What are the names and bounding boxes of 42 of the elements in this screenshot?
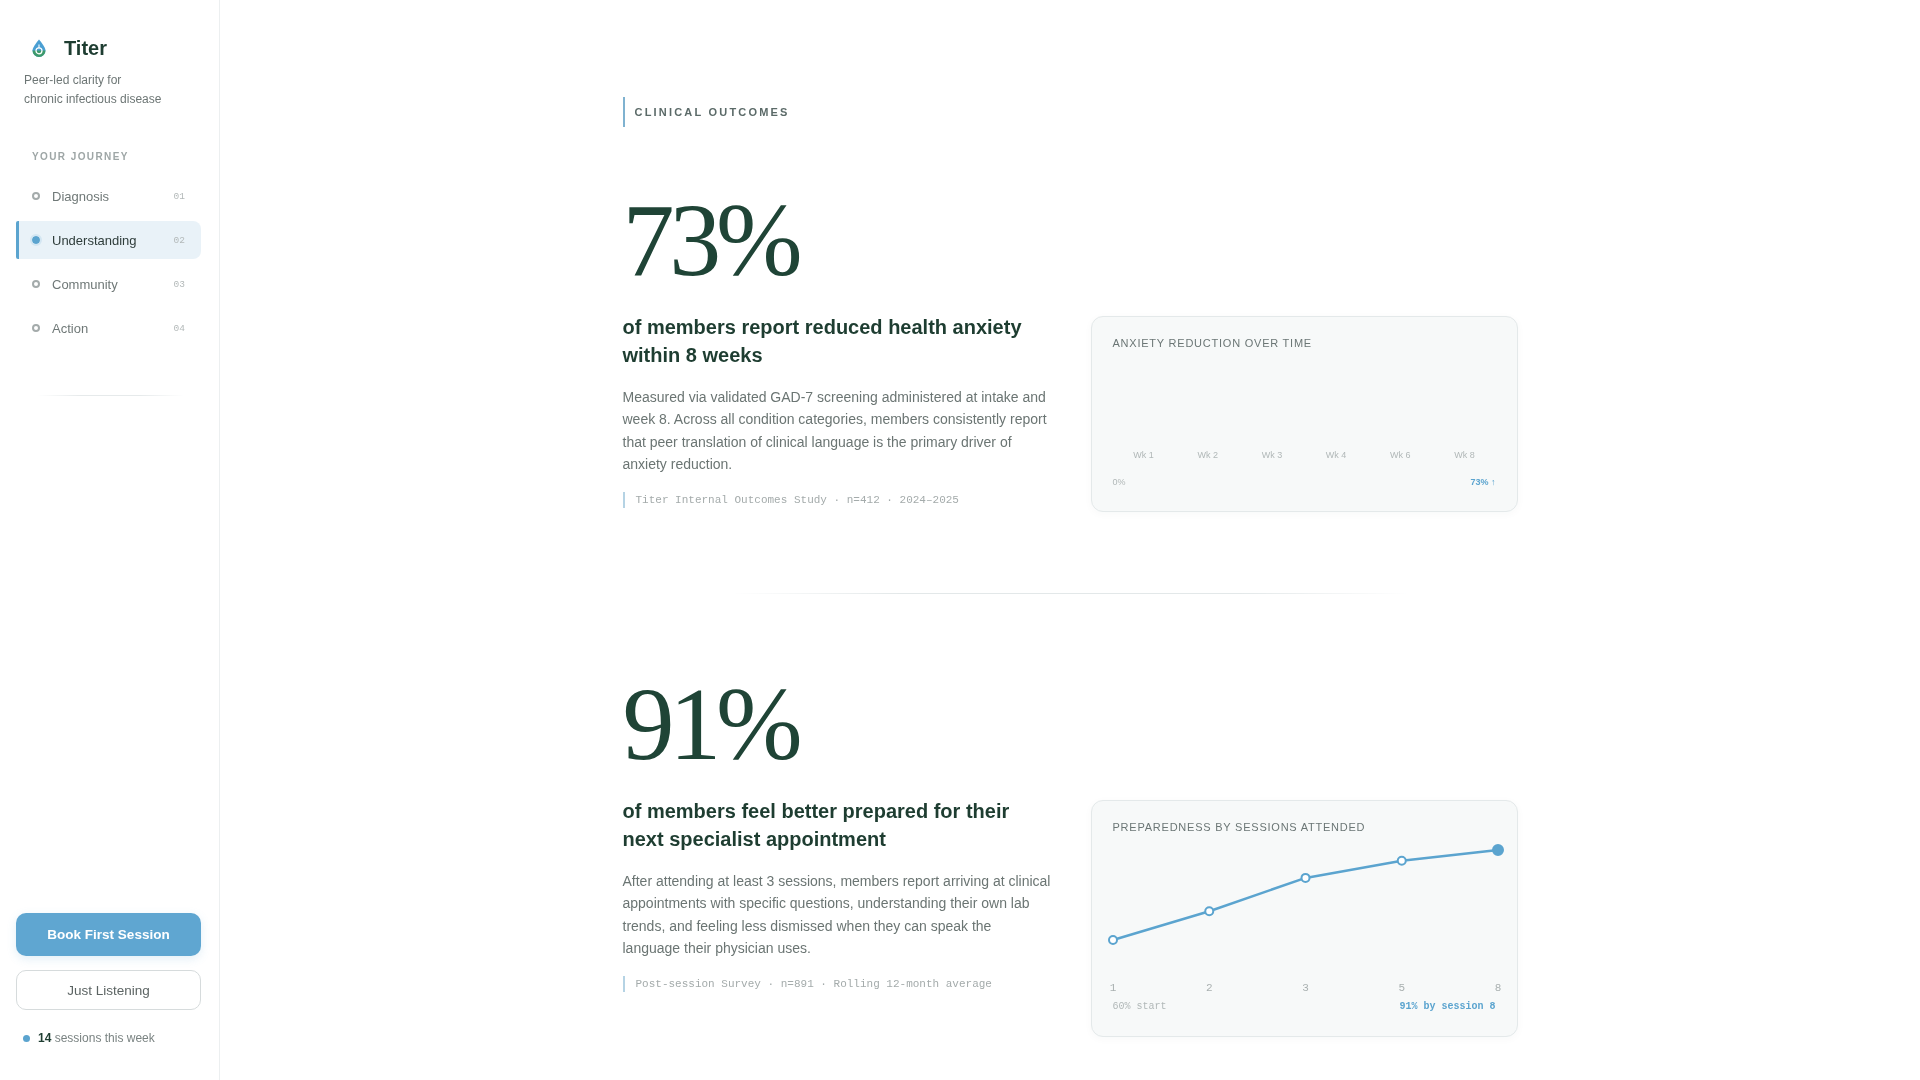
activity-text: 14 sessions this week: [38, 1030, 155, 1046]
nav-item[interactable]: Community 03: [16, 265, 201, 303]
ring-icon: [32, 280, 40, 288]
week-label: Wk 1: [1133, 449, 1154, 462]
source-note: Post-session Survey · n=891 · Rolling 12-month average: [622, 975, 1053, 992]
session-label: 8: [1494, 982, 1501, 994]
session-label: 5: [1397, 982, 1405, 994]
week-label: Wk 4: [1325, 449, 1347, 462]
range-label: 0%: [1112, 476, 1126, 489]
dot-icon: [23, 1034, 30, 1042]
week-label: Wk 6: [1390, 449, 1411, 462]
session-label: 3: [1301, 982, 1309, 994]
droplet-icon: [31, 39, 47, 57]
session-label: 1: [1109, 982, 1116, 994]
brand-name: Titer: [64, 36, 107, 60]
nav-item[interactable]: Action 04: [16, 309, 201, 347]
chart-title: ANXIETY REDUCTION OVER TIME: [1112, 336, 1313, 350]
range-label: 91% by session 8: [1399, 1000, 1496, 1014]
chart-title: PREPAREDNESS BY SESSIONS ATTENDED: [1112, 820, 1367, 834]
nav-item[interactable]: Diagnosis 01: [16, 177, 201, 215]
stat-figure: 73%: [622, 188, 800, 292]
nav-heading: YOUR JOURNEY: [32, 151, 130, 163]
week-label: Wk 8: [1454, 449, 1475, 462]
week-label: Wk 3: [1261, 449, 1283, 462]
stat-description: After attending at least 3 sessions, members report arriving at clinical appointments with specific questions, understanding their own lab trends, and feeling less dismissed when they can speak the language their physician uses.: [622, 872, 1052, 959]
secondary-button[interactable]: Just Listening: [16, 970, 201, 1010]
stat-headline: of members report reduced health anxiety within 8 weeks: [622, 315, 1023, 368]
stat-description: Measured via validated GAD-7 screening administered at intake and week 8. Across all condition categories, members consistently report that peer translation of clinical language is the primary driver of anxiety reduction.: [622, 388, 1048, 475]
primary-button[interactable]: Book First Session: [16, 913, 201, 956]
tagline: Peer-led clarity for chronic infectious disease: [24, 72, 163, 108]
section-label: CLINICAL OUTCOMES: [622, 97, 1518, 127]
source-note: Titer Internal Outcomes Study · n=412 · 2024–2025: [622, 491, 1053, 508]
range-label: 60% start: [1112, 1000, 1167, 1014]
dot-icon: [30, 234, 42, 246]
week-label: Wk 2: [1197, 449, 1218, 462]
session-label: 2: [1205, 982, 1213, 994]
ring-icon: [32, 324, 40, 332]
range-label: 73% ↑: [1470, 476, 1496, 489]
stat-figure: 91%: [622, 672, 800, 776]
nav-item[interactable]: Understanding 02: [16, 221, 201, 259]
stat-headline: of members feel better prepared for their next specialist appointment: [622, 799, 1011, 852]
ring-icon: [32, 192, 40, 200]
